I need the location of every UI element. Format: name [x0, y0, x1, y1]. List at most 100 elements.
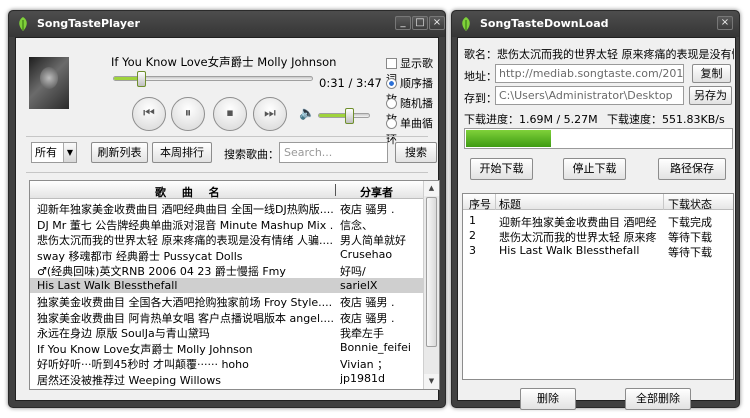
column-divider[interactable]	[335, 184, 336, 196]
previous-icon: ⏮	[143, 106, 155, 121]
scroll-thumb[interactable]	[426, 197, 437, 347]
pause-button[interactable]: ⏸	[171, 97, 205, 131]
save-path-field[interactable]: C:\Users\Administrator\Desktop	[495, 86, 684, 105]
table-row[interactable]: 独家美金收费曲目 全国各大酒吧抢购独家前场 Froy Style...... 夜店…	[30, 293, 424, 309]
song-table-header: 歌 曲 名 分享者	[30, 181, 424, 199]
divider	[26, 172, 428, 173]
song-name-cell: 居然还没被推荐过 Weeping Willows	[37, 373, 222, 387]
seek-slider[interactable]	[113, 71, 313, 87]
table-row[interactable]: 独家美金收费曲目 阿肯热单女唱 客户点播说唱版本 angel...... 夜店 骚…	[30, 309, 424, 325]
radio-icon	[386, 118, 397, 129]
minimize-button[interactable]: _	[395, 16, 411, 30]
refresh-list-button[interactable]: 刷新列表	[91, 142, 148, 163]
sharer-cell: jp1981d	[340, 371, 386, 385]
volume-slider[interactable]	[318, 108, 370, 124]
start-download-button[interactable]: 开始下载	[470, 158, 533, 180]
download-titlebar[interactable]: SongTasteDownLoad ×	[452, 11, 739, 37]
table-row[interactable]: 永远在身边 原版 SoulJa与青山黛玛 我牵左手	[30, 324, 424, 340]
url-label: 地址：	[464, 70, 497, 83]
album-art	[29, 57, 69, 109]
stop-download-button[interactable]: 停止下载	[563, 158, 626, 180]
prev-button[interactable]: ⏮	[132, 97, 166, 131]
delete-all-button[interactable]: 全部删除	[625, 388, 691, 410]
next-icon: ⏭	[264, 106, 276, 121]
save-to-label: 存到：	[464, 92, 497, 105]
table-row[interactable]: If You Know Love女声爵士 Molly Johnson Bonnie…	[30, 340, 424, 356]
copy-button[interactable]: 复制	[692, 64, 731, 83]
save-path-button[interactable]: 路径保存	[658, 158, 726, 180]
checkbox-box	[386, 58, 397, 69]
leaf-logo-icon	[19, 17, 27, 31]
song-name-cell: His Last Walk Blessthefall	[37, 278, 178, 292]
download-title: SongTasteDownLoad	[480, 17, 609, 30]
task-row[interactable]: 1 迎新年独家美金收费曲目 酒吧经 下载完成	[463, 213, 733, 229]
col-song-header[interactable]: 歌 曲 名	[155, 184, 226, 200]
scroll-down-icon[interactable]: ▼	[424, 374, 439, 389]
download-pane: 歌名：悲伤太沉而我的世界太轻 原来疼痛的表现是没有情绪 地址： http://m…	[457, 37, 736, 410]
task-row[interactable]: 3 His Last Walk Blessthefall 等待下载	[463, 243, 733, 259]
song-name-label: 歌名：	[464, 48, 497, 61]
category-select[interactable]: 所有 ▼	[31, 142, 77, 163]
url-field[interactable]: http://mediab.songtaste.com/20130	[495, 64, 684, 83]
search-input[interactable]: Search...	[279, 142, 388, 163]
song-name-row: 歌名：悲伤太沉而我的世界太轻 原来疼痛的表现是没有情绪	[464, 46, 734, 62]
task-status-cell: 等待下载	[668, 246, 712, 259]
col-sharer-header[interactable]: 分享者	[360, 184, 393, 200]
column-divider	[495, 194, 496, 210]
task-no-cell: 1	[469, 214, 476, 227]
table-row[interactable]: 居然还没被推荐过 Weeping Willows jp1981d	[30, 371, 424, 387]
next-button[interactable]: ⏭	[253, 97, 287, 131]
player-title: SongTastePlayer	[37, 17, 140, 30]
col-title-header[interactable]: 标题	[499, 196, 521, 212]
table-row[interactable]: 迎新年独家美金收费曲目 酒吧经典曲目 全国一线DJ热购版...... 夜店 骚男 …	[30, 200, 424, 216]
divider	[26, 136, 428, 137]
radio-icon	[386, 98, 397, 109]
task-row[interactable]: 2 悲伤太沉而我的世界太轻 原来疼 等待下载	[463, 228, 733, 244]
player-window: SongTastePlayer _ □ × If You Know Love女声…	[8, 10, 446, 408]
pause-icon: ⏸	[184, 106, 192, 121]
song-list-scrollbar[interactable]: ▲ ▼	[423, 181, 439, 389]
leaf-logo-icon	[462, 17, 470, 31]
sharer-cell: Crusehao	[340, 247, 393, 261]
stop-button[interactable]: ⏹	[213, 97, 247, 131]
download-task-table: 序号 标题 下载状态 1 迎新年独家美金收费曲目 酒吧经 下载完成 2 悲伤太沉而我的世…	[462, 193, 734, 380]
player-pane: If You Know Love女声爵士 Molly Johnson 0:31 …	[15, 37, 440, 401]
sharer-cell: Bonnie_feifei	[340, 340, 411, 354]
maximize-button[interactable]: □	[412, 16, 428, 30]
volume-thumb[interactable]	[345, 108, 355, 124]
table-row[interactable]: ♂(经典回味)英文RNB 2006 04 23 爵士慢摇 Fmy 好吗/	[30, 262, 424, 278]
task-table-header: 序号 标题 下载状态	[463, 194, 733, 212]
volume-icon[interactable]: 🔈	[299, 106, 315, 121]
scroll-up-icon[interactable]: ▲	[424, 181, 439, 196]
player-titlebar[interactable]: SongTastePlayer _ □ ×	[9, 11, 445, 37]
radio-selected-icon	[386, 78, 397, 89]
delete-button[interactable]: 删除	[520, 388, 576, 410]
sharer-cell: sarielX	[340, 278, 378, 292]
seek-thumb[interactable]	[137, 71, 146, 87]
download-close-button[interactable]: ×	[717, 16, 733, 30]
column-divider	[663, 194, 664, 210]
task-no-cell: 2	[469, 229, 476, 242]
close-button[interactable]: ×	[429, 16, 445, 30]
weekly-ranking-button[interactable]: 本周排行	[152, 142, 212, 163]
task-no-cell: 3	[469, 244, 476, 257]
table-row[interactable]: 好听好听···听到45秒时 才叫颠覆······ hoho Vivian ；	[30, 355, 424, 371]
search-label: 搜索歌曲：	[224, 148, 279, 161]
song-name-value: 悲伤太沉而我的世界太轻 原来疼痛的表现是没有情绪	[497, 48, 734, 61]
table-row[interactable]: DJ Mr 董七 公告牌经典单曲派对混音 Minute Mashup Mix .…	[30, 216, 424, 232]
song-table: 歌 曲 名 分享者 迎新年独家美金收费曲目 酒吧经典曲目 全国一线DJ热购版..…	[29, 180, 440, 390]
table-row[interactable]: 悲伤太沉而我的世界太轻 原来疼痛的表现是没有情绪 人骗...... 男人简单就好	[30, 231, 424, 247]
stop-icon: ⏹	[226, 106, 234, 121]
category-value: 所有	[35, 146, 57, 159]
speed-text: 下载速度：551.83KB/s	[607, 113, 725, 126]
download-progress-fill	[466, 130, 552, 147]
col-no-header[interactable]: 序号	[469, 196, 491, 212]
table-row[interactable]: sway 移魂都市 经典爵士 Pussycat Dolls Crusehao	[30, 247, 424, 263]
table-row[interactable]: His Last Walk Blessthefall sarielX	[30, 277, 424, 293]
now-playing-title: If You Know Love女声爵士 Molly Johnson	[111, 55, 337, 69]
col-status-header[interactable]: 下载状态	[668, 196, 712, 212]
download-progress-bar	[464, 128, 733, 149]
save-as-button[interactable]: 另存为	[689, 86, 732, 105]
search-button[interactable]: 搜索	[395, 142, 437, 163]
dropdown-arrow-icon: ▼	[63, 143, 76, 162]
